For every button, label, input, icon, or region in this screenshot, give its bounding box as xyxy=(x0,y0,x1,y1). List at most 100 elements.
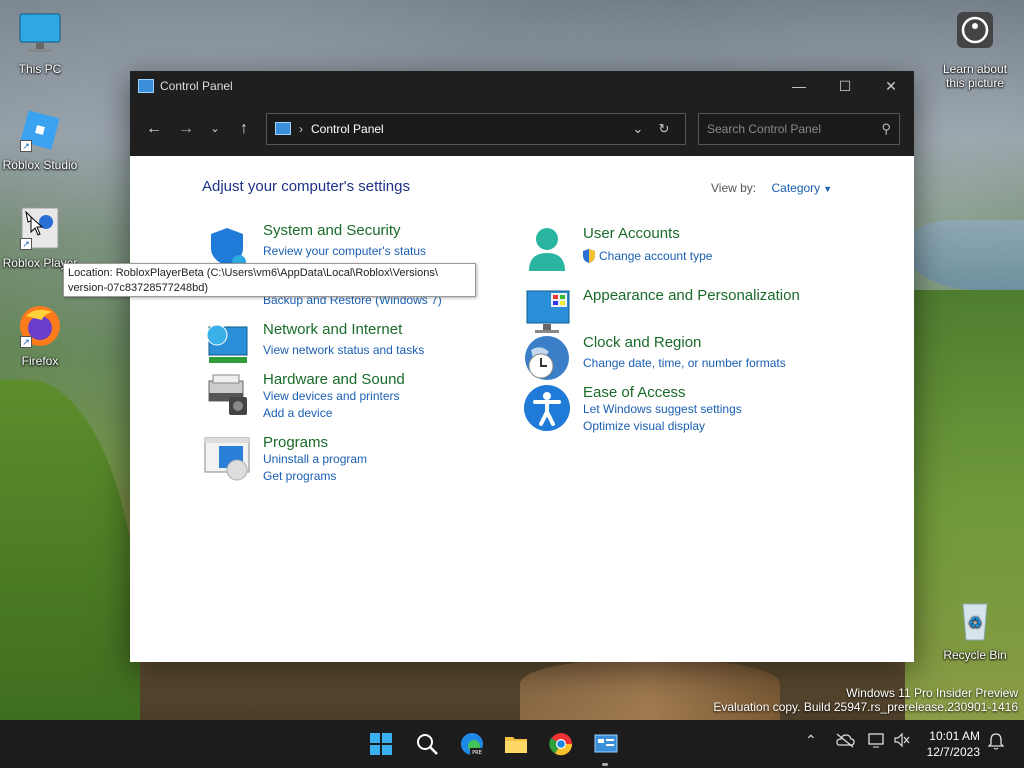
control-panel-icon xyxy=(138,79,154,93)
watermark-line: Windows 11 Pro Insider Preview xyxy=(846,686,1018,700)
tooltip-line: version-07c83728577248bd) xyxy=(68,282,209,294)
category-title[interactable]: Hardware and Sound xyxy=(263,371,405,388)
taskbar-search-button[interactable] xyxy=(415,732,439,756)
user-icon xyxy=(523,225,571,273)
active-app-indicator xyxy=(602,763,608,766)
taskbar-edge-button[interactable]: PRE xyxy=(460,732,484,756)
link-change-account-type[interactable]: Change account type xyxy=(599,249,712,263)
edge-icon: PRE xyxy=(461,733,484,756)
back-button[interactable]: ← xyxy=(138,113,170,145)
link-add-device[interactable]: Add a device xyxy=(263,406,332,420)
recycle-bin-icon: ♻ xyxy=(951,596,999,644)
view-by-dropdown[interactable]: Category xyxy=(771,181,820,195)
link-suggest-settings[interactable]: Let Windows suggest settings xyxy=(583,402,742,416)
desktop-icon-label: Learn about this picture xyxy=(942,62,1008,90)
clock-time: 10:01 AM xyxy=(929,729,980,743)
category-title[interactable]: System and Security xyxy=(263,222,401,239)
link-network-status[interactable]: View network status and tasks xyxy=(263,343,424,357)
uac-shield-icon xyxy=(583,249,595,263)
page-heading: Adjust your computer's settings xyxy=(202,178,410,195)
printer-icon xyxy=(203,371,251,419)
link-review-status[interactable]: Review your computer's status xyxy=(263,244,426,258)
clock-globe-icon xyxy=(523,334,571,382)
shortcut-arrow-icon: ↗ xyxy=(20,238,32,250)
search-input[interactable]: Search Control Panel ⚲ xyxy=(698,112,900,145)
network-icon[interactable] xyxy=(867,732,885,751)
view-by: View by: Category ▼ xyxy=(711,181,832,195)
recent-locations-button[interactable]: ⌄ xyxy=(202,113,228,145)
up-button[interactable]: ↑ xyxy=(228,113,260,145)
search-icon xyxy=(417,734,438,755)
desktop-icon-label: Roblox Studio xyxy=(2,158,78,172)
taskbar: PRE ⌃ 10:01 AM 12/7/2023 xyxy=(0,720,1024,768)
notification-bell-icon[interactable] xyxy=(987,732,1005,753)
svg-text:♻: ♻ xyxy=(968,613,982,632)
onedrive-icon[interactable] xyxy=(835,732,855,751)
minimize-button[interactable]: — xyxy=(776,71,822,101)
watermark-line: Evaluation copy. Build 25947.rs_prerelea… xyxy=(713,700,1018,714)
volume-muted-icon[interactable] xyxy=(893,732,911,751)
control-panel-window: Control Panel — ☐ ✕ ← → ⌄ ↑ › Control Pa… xyxy=(130,71,914,662)
network-globe-icon xyxy=(203,321,251,369)
address-bar[interactable]: › Control Panel ⌄ ↻ xyxy=(266,112,686,145)
desktop-icon-learn-about-picture[interactable]: Learn about this picture xyxy=(935,10,1015,90)
taskbar-chrome-button[interactable] xyxy=(549,732,573,756)
category-title[interactable]: Network and Internet xyxy=(263,321,402,338)
camera-icon xyxy=(951,10,999,58)
link-date-time-formats[interactable]: Change date, time, or number formats xyxy=(583,356,786,370)
link-optimize-display[interactable]: Optimize visual display xyxy=(583,419,705,433)
link-get-programs[interactable]: Get programs xyxy=(263,469,336,483)
caret-down-icon[interactable]: ▼ xyxy=(823,184,832,194)
link-devices-printers[interactable]: View devices and printers xyxy=(263,389,400,403)
chevron-down-icon[interactable]: ⌄ xyxy=(625,121,651,137)
desktop-icon-recycle-bin[interactable]: ♻ Recycle Bin xyxy=(935,596,1015,662)
category-title[interactable]: Ease of Access xyxy=(583,384,686,401)
mouse-cursor-icon xyxy=(30,216,44,236)
shortcut-arrow-icon: ↗ xyxy=(20,336,32,348)
tooltip-line: Location: RobloxPlayerBeta (C:\Users\vm6… xyxy=(68,267,438,279)
start-button[interactable] xyxy=(369,732,393,756)
title-bar[interactable]: Control Panel — ☐ ✕ xyxy=(130,71,914,101)
desktop-icon-firefox[interactable]: ↗ Firefox xyxy=(0,302,80,368)
forward-button[interactable]: → xyxy=(170,113,202,145)
search-placeholder: Search Control Panel xyxy=(707,121,822,136)
desktop-icon-roblox-studio[interactable]: ↗ Roblox Studio xyxy=(0,106,80,172)
location-tooltip: Location: RobloxPlayerBeta (C:\Users\vm6… xyxy=(63,263,476,297)
window-title: Control Panel xyxy=(160,79,233,93)
firefox-icon: ↗ xyxy=(16,302,64,350)
svg-text:PRE: PRE xyxy=(472,750,482,756)
refresh-button[interactable]: ↻ xyxy=(651,121,677,137)
windows-watermark: Windows 11 Pro Insider Preview Evaluatio… xyxy=(713,686,1018,714)
taskbar-file-explorer-button[interactable] xyxy=(504,732,528,756)
shortcut-arrow-icon: ↗ xyxy=(20,140,32,152)
folder-icon xyxy=(505,737,527,753)
control-panel-icon xyxy=(275,122,291,135)
breadcrumb-control-panel[interactable]: Control Panel xyxy=(311,122,625,136)
accessibility-icon xyxy=(523,384,571,432)
category-title[interactable]: User Accounts xyxy=(583,225,680,242)
windows-logo-icon xyxy=(370,733,392,755)
search-icon[interactable]: ⚲ xyxy=(881,121,891,137)
chrome-icon xyxy=(549,733,573,756)
clock-date: 12/7/2023 xyxy=(926,745,980,759)
maximize-button[interactable]: ☐ xyxy=(822,71,868,101)
desktop-icon-label: This PC xyxy=(18,62,62,76)
taskbar-control-panel-button[interactable] xyxy=(594,732,618,756)
link-uninstall-program[interactable]: Uninstall a program xyxy=(263,452,367,466)
breadcrumb-chevron-icon: › xyxy=(299,121,303,136)
close-button[interactable]: ✕ xyxy=(868,71,914,101)
programs-icon xyxy=(203,434,251,482)
category-title[interactable]: Clock and Region xyxy=(583,334,701,351)
desktop-icon-this-pc[interactable]: This PC xyxy=(0,10,80,76)
navigation-bar: ← → ⌄ ↑ › Control Panel ⌄ ↻ Search Contr… xyxy=(130,101,914,156)
category-title[interactable]: Programs xyxy=(263,434,328,451)
content-area: Adjust your computer's settings View by:… xyxy=(130,156,914,662)
desktop-icon-label: Recycle Bin xyxy=(943,648,1007,662)
appearance-icon xyxy=(523,287,571,335)
roblox-studio-icon: ↗ xyxy=(16,106,64,154)
category-title[interactable]: Appearance and Personalization xyxy=(583,287,800,304)
monitor-icon xyxy=(16,10,64,58)
system-clock[interactable]: 10:01 AM 12/7/2023 xyxy=(927,728,980,760)
desktop-icon-roblox-player[interactable]: ↗ Roblox Player xyxy=(0,204,80,270)
show-hidden-icons-button[interactable]: ⌃ xyxy=(805,732,817,749)
